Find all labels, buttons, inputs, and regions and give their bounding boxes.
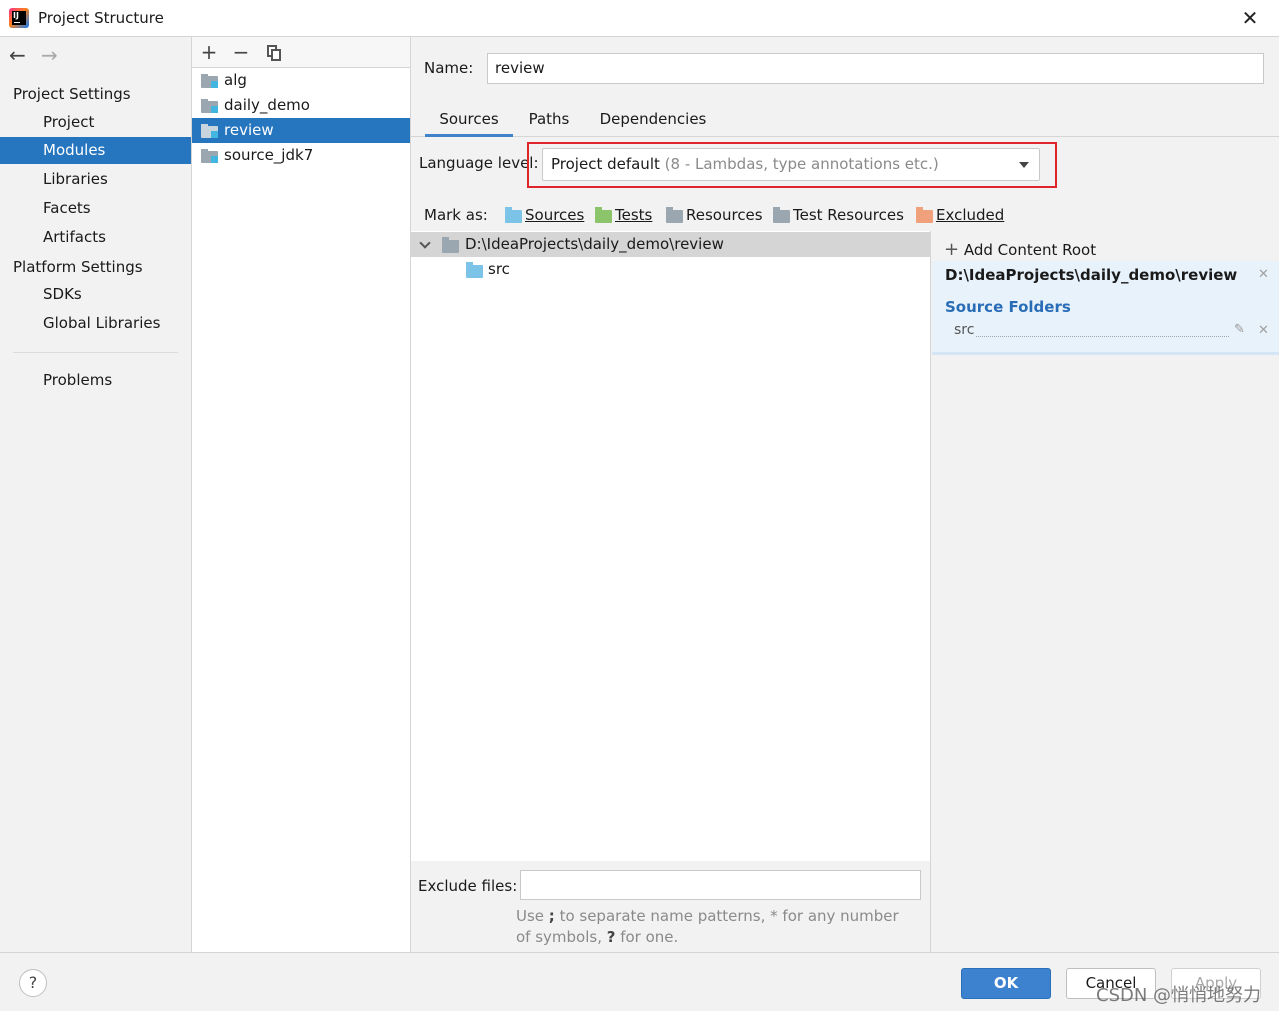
dialog-footer: ? OK Cancel Apply CSDN @悄悄地努力 — [0, 952, 1279, 1011]
module-folder-icon — [201, 74, 218, 88]
exclude-files-label: Exclude files: — [418, 877, 518, 895]
mark-as-resources-label: Resources — [686, 206, 763, 224]
sidebar-item-sdks[interactable]: SDKs — [0, 281, 191, 308]
remove-module-icon[interactable]: − — [230, 40, 252, 64]
hint-text: for one. — [615, 928, 679, 946]
language-level-label: Language level: — [419, 154, 539, 172]
tab-dependencies[interactable]: Dependencies — [593, 102, 713, 137]
sidebar-item-libraries[interactable]: Libraries — [0, 166, 191, 193]
module-tabs: Sources Paths Dependencies — [411, 102, 1279, 137]
remove-root-icon[interactable]: ✕ — [1258, 267, 1269, 282]
copy-module-icon[interactable] — [267, 45, 281, 61]
module-toolbar: + − — [192, 37, 410, 68]
sidebar-item-modules[interactable]: Modules — [0, 137, 191, 164]
content-root-path: D:\IdeaProjects\daily_demo\review — [945, 266, 1238, 284]
title-bar: IJ Project Structure ✕ — [0, 0, 1279, 37]
project-settings-header: Project Settings — [13, 85, 131, 103]
language-level-dropdown[interactable]: Project default (8 - Lambdas, type annot… — [542, 148, 1040, 181]
chevron-down-icon[interactable] — [419, 237, 431, 249]
source-folders-header: Source Folders — [945, 298, 1071, 316]
sidebar-item-global-libraries[interactable]: Global Libraries — [0, 310, 191, 337]
content-roots-panel: + Add Content Root D:\IdeaProjects\daily… — [932, 231, 1279, 952]
mark-as-test-resources-button[interactable]: Test Resources — [773, 206, 904, 224]
module-item-label: source_jdk7 — [224, 146, 314, 164]
module-item-source-jdk7[interactable]: source_jdk7 — [192, 143, 410, 168]
mark-as-excluded-button[interactable]: Excluded — [916, 206, 1004, 224]
mark-as-resources-button[interactable]: Resources — [666, 206, 763, 224]
source-folder-entry: src — [954, 322, 975, 338]
mark-as-test-resources-label: Test Resources — [793, 206, 904, 224]
add-content-root-label: Add Content Root — [963, 241, 1097, 259]
sidebar-divider — [13, 352, 178, 353]
tree-root-path: D:\IdeaProjects\daily_demo\review — [465, 235, 724, 253]
tab-paths[interactable]: Paths — [521, 102, 577, 137]
source-folder-underline — [976, 336, 1229, 337]
window-title: Project Structure — [38, 9, 164, 27]
source-folder-icon — [466, 262, 483, 278]
resources-folder-icon — [666, 207, 683, 223]
hint-text: Use — [516, 907, 549, 925]
tree-src-label: src — [488, 260, 510, 278]
mark-as-excluded-label: Excluded — [936, 206, 1005, 224]
platform-settings-header: Platform Settings — [13, 258, 143, 276]
help-icon[interactable]: ? — [19, 969, 47, 997]
sidebar-item-artifacts[interactable]: Artifacts — [0, 224, 191, 251]
plus-icon: + — [944, 239, 960, 260]
language-level-value: Project default — [551, 155, 660, 173]
ok-button[interactable]: OK — [961, 968, 1051, 999]
folder-icon — [442, 237, 459, 253]
module-folder-icon — [201, 124, 218, 138]
intellij-app-icon: IJ — [9, 8, 29, 28]
exclude-files-input[interactable] — [520, 870, 921, 900]
sidebar-item-project[interactable]: Project — [0, 109, 191, 136]
module-item-label: alg — [224, 71, 247, 89]
module-item-label: daily_demo — [224, 96, 310, 114]
test-resources-folder-icon — [773, 207, 790, 223]
name-label: Name: — [424, 59, 474, 77]
source-tree: D:\IdeaProjects\daily_demo\review src — [411, 231, 931, 861]
back-arrow-icon[interactable]: ← — [9, 43, 26, 67]
sidebar-item-problems[interactable]: Problems — [0, 367, 191, 394]
settings-sidebar: ← → Project Settings Project Modules Lib… — [0, 37, 192, 952]
module-detail-panel: Name: review Sources Paths Dependencies … — [411, 37, 1279, 952]
sidebar-item-facets[interactable]: Facets — [0, 195, 191, 222]
module-item-label: review — [224, 121, 274, 139]
tree-row-root[interactable]: D:\IdeaProjects\daily_demo\review — [411, 232, 930, 257]
app-icon-letters: IJ — [13, 11, 19, 20]
module-folder-icon — [201, 149, 218, 163]
sources-folder-icon — [505, 207, 522, 223]
mark-as-sources-label: Sources — [525, 206, 585, 224]
edit-pencil-icon[interactable]: ✎ — [1234, 322, 1245, 337]
csdn-watermark: CSDN @悄悄地努力 — [1096, 985, 1262, 1006]
module-item-review[interactable]: review — [192, 118, 410, 143]
tests-folder-icon — [595, 207, 612, 223]
module-item-alg[interactable]: alg — [192, 68, 410, 93]
mark-as-tests-label: Tests — [615, 206, 653, 224]
module-list-panel: + − alg daily_demo review source_jdk7 — [192, 37, 411, 952]
content-root-entry: D:\IdeaProjects\daily_demo\review ✕ Sour… — [932, 261, 1279, 355]
mark-as-label: Mark as: — [424, 206, 488, 224]
tab-sources[interactable]: Sources — [425, 102, 513, 137]
add-module-icon[interactable]: + — [198, 40, 220, 64]
close-icon[interactable]: ✕ — [1237, 6, 1263, 32]
forward-arrow-icon[interactable]: → — [41, 43, 58, 67]
tree-row-src[interactable]: src — [411, 257, 930, 282]
exclude-files-section: Exclude files: Use ; to separate name pa… — [411, 861, 931, 952]
add-content-root-button[interactable]: + Add Content Root — [944, 239, 1096, 260]
mark-as-tests-button[interactable]: Tests — [595, 206, 652, 224]
module-name-input[interactable]: review — [487, 53, 1264, 84]
exclude-files-hint: Use ; to separate name patterns, * for a… — [516, 906, 916, 948]
chevron-down-icon — [1019, 162, 1029, 168]
excluded-folder-icon — [916, 207, 933, 223]
language-level-hint: (8 - Lambdas, type annotations etc.) — [664, 155, 939, 173]
remove-source-folder-icon[interactable]: ✕ — [1258, 323, 1269, 338]
module-folder-icon — [201, 99, 218, 113]
module-item-daily-demo[interactable]: daily_demo — [192, 93, 410, 118]
hint-text: to separate name patterns, * for any num… — [516, 907, 899, 946]
mark-as-sources-button[interactable]: Sources — [505, 206, 584, 224]
